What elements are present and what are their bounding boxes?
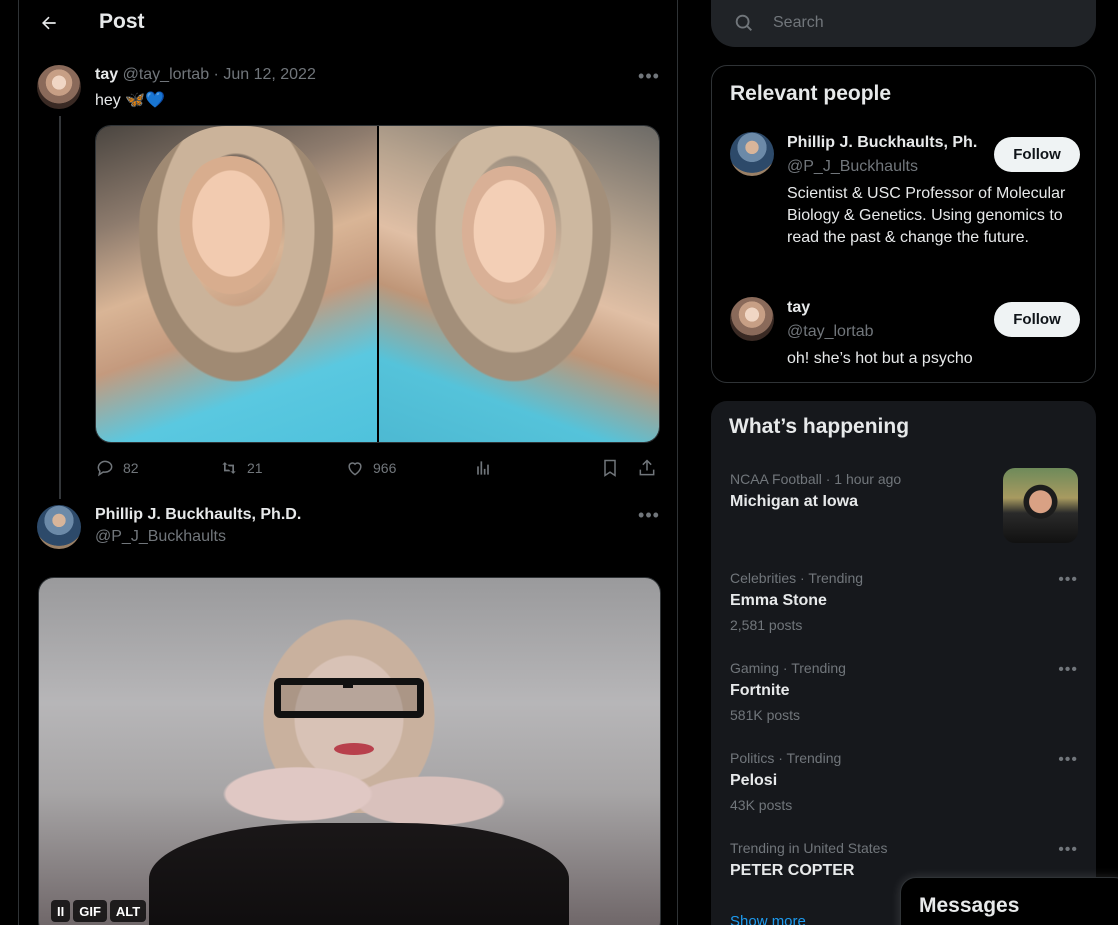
bookmark-button[interactable] <box>600 458 620 478</box>
card-title: What’s happening <box>729 415 910 438</box>
trend-meta: Politics · Trending <box>730 750 842 766</box>
person-handle[interactable]: @tay_lortab <box>787 323 874 341</box>
trend-more-button[interactable]: ••• <box>1058 571 1078 589</box>
main-column: Post tay @tay_lortab · Jun 12, 2022 ••• … <box>18 0 678 925</box>
tweet-date[interactable]: Jun 12, 2022 <box>223 66 316 83</box>
photo-face <box>171 156 291 306</box>
media-grid[interactable] <box>95 125 660 443</box>
retweet-icon <box>222 462 236 474</box>
person-row[interactable]: Phillip J. Buckhaults, Ph. @P_J_Buckhaul… <box>730 132 1080 272</box>
search-input[interactable] <box>773 10 1073 36</box>
tweet-photo[interactable] <box>96 126 377 442</box>
trend-title: Pelosi <box>730 772 778 789</box>
avatar[interactable] <box>37 65 81 109</box>
pause-button[interactable]: II <box>51 900 71 922</box>
search-box[interactable] <box>711 0 1096 47</box>
person-handle[interactable]: @P_J_Buckhaults <box>787 158 918 176</box>
trend-meta: Gaming · Trending <box>730 660 846 676</box>
trend-more-button[interactable]: ••• <box>1058 751 1078 769</box>
trend-item[interactable]: Trending in United States PETER COPTER <box>730 840 1080 880</box>
bookmark-icon <box>604 459 616 477</box>
header: Post <box>19 0 677 46</box>
analytics-icon <box>477 461 489 475</box>
follow-button[interactable]: Follow <box>994 137 1080 172</box>
search-icon <box>735 14 752 31</box>
alt-text-button[interactable]: ALT <box>109 900 147 922</box>
arrow-left-icon <box>42 16 56 30</box>
photo-face <box>453 166 564 311</box>
share-icon <box>639 459 655 476</box>
card-title: Relevant people <box>730 82 892 105</box>
person-name[interactable]: Phillip J. Buckhaults, Ph. <box>787 134 977 152</box>
reply-button[interactable]: 82 <box>95 458 139 478</box>
page-title: Post <box>99 10 145 33</box>
gif-jacket <box>149 823 569 925</box>
show-more-link[interactable]: Show more <box>730 913 806 925</box>
reply-icon <box>97 460 113 477</box>
author-name[interactable]: tay <box>95 66 118 83</box>
trend-title: Fortnite <box>730 682 790 699</box>
author-handle[interactable]: @tay_lortab <box>123 66 210 83</box>
trend-count: 43K posts <box>730 797 793 813</box>
thread-line <box>59 116 61 499</box>
gif-badge: GIF <box>73 900 107 922</box>
person-row[interactable]: tay @tay_lortab Follow oh! she’s hot but… <box>730 297 1080 372</box>
retweet-button[interactable]: 21 <box>219 458 263 478</box>
person-name[interactable]: tay <box>787 299 810 317</box>
person-bio: Scientist & USC Professor of Molecular B… <box>787 185 1066 246</box>
tweet-gif[interactable]: II GIF ALT <box>38 577 661 925</box>
separator-dot: · <box>213 66 219 83</box>
avatar[interactable] <box>37 505 81 549</box>
tweet-text: hey 🦋💙 <box>95 92 166 109</box>
like-button[interactable]: 966 <box>345 458 396 478</box>
retweet-count: 21 <box>247 460 263 476</box>
whats-happening-card: What’s happening NCAA Football · 1 hour … <box>711 401 1096 925</box>
author-handle[interactable]: @P_J_Buckhaults <box>95 528 226 546</box>
gif-glasses <box>274 678 424 718</box>
tweet-photo[interactable] <box>378 126 659 442</box>
trend-meta: Celebrities · Trending <box>730 570 864 586</box>
reply-count: 82 <box>123 460 139 476</box>
trend-item[interactable]: Gaming · Trending Fortnite 581K posts <box>730 660 1080 723</box>
share-button[interactable] <box>637 458 657 478</box>
avatar[interactable] <box>730 297 774 341</box>
messages-drawer[interactable]: Messages <box>900 877 1118 925</box>
trend-thumbnail[interactable] <box>1003 468 1078 543</box>
more-options-button[interactable]: ••• <box>637 505 661 525</box>
back-button[interactable] <box>35 9 63 37</box>
like-count: 966 <box>373 460 397 476</box>
tweet-header: tay @tay_lortab · Jun 12, 2022 <box>95 66 316 84</box>
more-options-button[interactable]: ••• <box>637 66 661 86</box>
views-button[interactable] <box>473 458 493 478</box>
relevant-people-card: Relevant people Phillip J. Buckhaults, P… <box>711 65 1096 383</box>
trend-item[interactable]: Politics · Trending Pelosi 43K posts <box>730 750 1080 813</box>
avatar[interactable] <box>730 132 774 176</box>
follow-button[interactable]: Follow <box>994 302 1080 337</box>
messages-title[interactable]: Messages <box>919 894 1019 918</box>
heart-icon <box>348 462 362 476</box>
gif-controls: II GIF ALT <box>51 900 147 922</box>
person-bio: oh! she’s hot but a psycho <box>787 350 973 367</box>
author-name[interactable]: Phillip J. Buckhaults, Ph.D. <box>95 506 301 524</box>
trend-title: Emma Stone <box>730 592 827 609</box>
trend-more-button[interactable]: ••• <box>1058 841 1078 859</box>
trend-meta: Trending in United States <box>730 840 888 856</box>
trend-count: 581K posts <box>730 707 801 723</box>
trend-count: 2,581 posts <box>730 617 803 633</box>
trend-item[interactable]: Celebrities · Trending Emma Stone 2,581 … <box>730 570 1080 633</box>
trend-more-button[interactable]: ••• <box>1058 661 1078 679</box>
tweet-actions: 82 21 966 <box>95 458 661 480</box>
